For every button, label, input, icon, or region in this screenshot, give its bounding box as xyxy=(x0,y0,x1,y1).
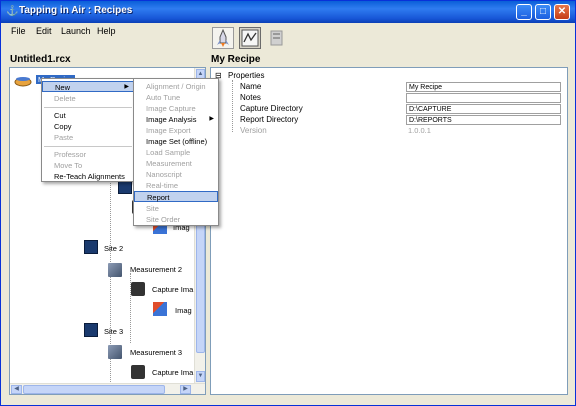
tree-item-capture-3[interactable]: Capture Ima xyxy=(152,368,193,377)
context-menu: New ▶ Delete Cut Copy Paste Professor Mo… xyxy=(41,78,135,182)
scroll-down-icon[interactable]: ▼ xyxy=(196,371,205,382)
scroll-right-icon[interactable]: ▶ xyxy=(180,385,191,394)
prop-report-dir-label: Report Directory xyxy=(240,115,299,124)
ctx-cut[interactable]: Cut xyxy=(42,110,66,121)
graph-icon xyxy=(241,29,259,47)
sub-image-set-offline[interactable]: Image Set (offline) xyxy=(134,136,207,147)
ctx-paste[interactable]: Paste xyxy=(42,132,73,143)
site-icon xyxy=(84,323,98,337)
minimize-button[interactable]: _ xyxy=(516,4,532,20)
prop-name-label: Name xyxy=(240,82,262,91)
properties-panel: ⊟ Properties Name My Recipe Notes Captur… xyxy=(210,67,568,395)
camera-icon xyxy=(131,365,145,379)
measurement-icon xyxy=(108,263,122,277)
properties-heading: Properties xyxy=(228,71,265,80)
menu-launch[interactable]: Launch xyxy=(61,26,91,36)
camera-icon xyxy=(131,282,145,296)
tree-item-image-analysis-2[interactable]: Imag xyxy=(175,306,192,315)
tree-item-measurement-3[interactable]: Measurement 3 xyxy=(130,348,182,357)
new-submenu: Alignment / Origin Auto Tune Image Captu… xyxy=(133,78,219,226)
submenu-arrow-icon: ▶ xyxy=(124,84,129,90)
report-directory-field[interactable]: D:\REPORTS xyxy=(406,115,561,125)
ctx-move-to[interactable]: Move To xyxy=(42,160,82,171)
horizontal-scrollbar[interactable]: ◀ ▶ xyxy=(10,383,205,394)
title-bar[interactable]: ⚓ Tapping in Air : Recipes _ □ ✕ xyxy=(1,1,575,23)
sub-site-order[interactable]: Site Order xyxy=(134,214,180,225)
tree-connector xyxy=(232,80,233,132)
sub-image-analysis[interactable]: Image Analysis ▶ xyxy=(134,114,218,125)
menu-edit[interactable]: Edit xyxy=(36,26,52,36)
left-panel-title: Untitled1.rcx xyxy=(10,54,71,65)
tree-connector xyxy=(110,178,111,394)
rocket-icon xyxy=(217,28,229,47)
name-field[interactable]: My Recipe xyxy=(406,82,561,92)
sub-report[interactable]: Report xyxy=(134,191,218,202)
document-toolbar-button[interactable] xyxy=(266,27,288,49)
ctx-reteach-alignments[interactable]: Re-Teach Alignments xyxy=(42,171,125,182)
sub-image-capture[interactable]: Image Capture xyxy=(134,103,196,114)
prop-notes-label: Notes xyxy=(240,93,261,102)
sub-nanoscript[interactable]: Nanoscript xyxy=(134,169,182,180)
prop-capture-dir-label: Capture Directory xyxy=(240,104,303,113)
app-icon: ⚓ xyxy=(6,6,19,17)
prop-version-label: Version xyxy=(240,126,267,135)
sub-measurement[interactable]: Measurement xyxy=(134,158,192,169)
graph-toolbar-button[interactable] xyxy=(239,27,261,49)
sub-site[interactable]: Site xyxy=(134,203,159,214)
sub-auto-tune[interactable]: Auto Tune xyxy=(134,92,180,103)
ctx-new[interactable]: New ▶ xyxy=(42,81,134,92)
version-value: 1.0.0.1 xyxy=(408,126,431,135)
window-title: Tapping in Air : Recipes xyxy=(19,5,133,16)
main-window: ⚓ Tapping in Air : Recipes _ □ ✕ File Ed… xyxy=(0,0,576,406)
notes-field[interactable] xyxy=(406,93,561,103)
sub-alignment-origin[interactable]: Alignment / Origin xyxy=(134,81,206,92)
close-button[interactable]: ✕ xyxy=(554,4,570,20)
sub-image-analysis-label: Image Analysis xyxy=(146,115,197,124)
sub-real-time[interactable]: Real-time xyxy=(134,180,178,191)
site-icon xyxy=(84,240,98,254)
document-icon xyxy=(270,30,283,46)
tree-item-site-3[interactable]: Site 3 xyxy=(104,327,123,336)
scroll-thumb[interactable] xyxy=(23,385,165,394)
ctx-new-label: New xyxy=(55,83,71,92)
submenu-arrow-icon: ▶ xyxy=(209,116,214,122)
menu-divider xyxy=(44,146,132,147)
tree-item-site-2[interactable]: Site 2 xyxy=(104,244,123,253)
tree-item-measurement-2[interactable]: Measurement 2 xyxy=(130,265,182,274)
menu-help[interactable]: Help xyxy=(97,26,116,36)
image-analysis-icon xyxy=(153,302,167,316)
scroll-left-icon[interactable]: ◀ xyxy=(11,385,22,394)
measurement-icon xyxy=(118,180,132,194)
maximize-button[interactable]: □ xyxy=(535,4,551,20)
ctx-professor[interactable]: Professor xyxy=(42,149,86,160)
recipe-bowl-icon xyxy=(14,77,32,87)
ctx-delete[interactable]: Delete xyxy=(42,93,76,104)
sub-image-export[interactable]: Image Export xyxy=(134,125,191,136)
menu-divider xyxy=(44,107,132,108)
ctx-copy[interactable]: Copy xyxy=(42,121,72,132)
menu-bar: File Edit Launch Help xyxy=(2,23,574,41)
sub-load-sample[interactable]: Load Sample xyxy=(134,147,190,158)
launch-toolbar-button[interactable] xyxy=(212,27,234,49)
right-panel-title: My Recipe xyxy=(211,54,261,65)
tree-item-capture-2[interactable]: Capture Ima xyxy=(152,285,193,294)
measurement-icon xyxy=(108,345,122,359)
menu-file[interactable]: File xyxy=(11,26,26,36)
capture-directory-field[interactable]: D:\CAPTURE xyxy=(406,104,561,114)
